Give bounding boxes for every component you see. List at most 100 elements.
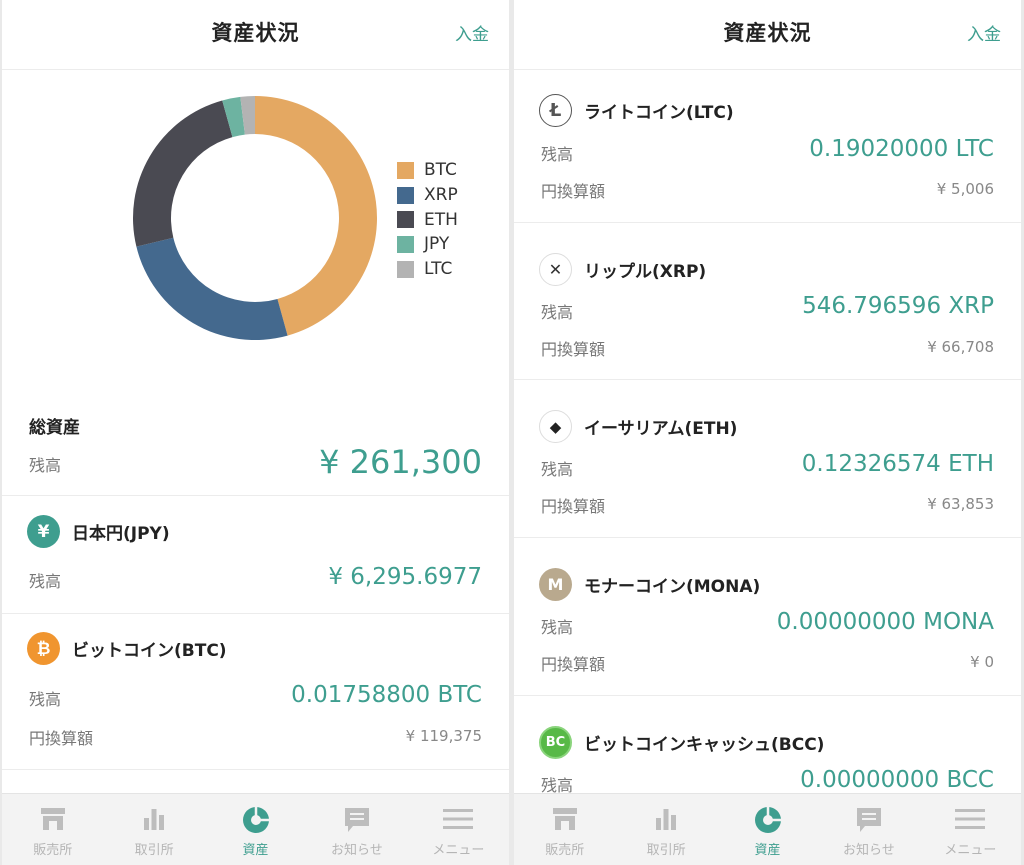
balance-label: 残高 (541, 618, 574, 637)
ripple-icon: ✕ (539, 253, 572, 286)
balance-label: 残高 (541, 145, 574, 164)
balance-label: 残高 (29, 572, 62, 591)
donut-slice-btc (255, 96, 377, 336)
tab-label: メニュー (432, 843, 485, 858)
asset-balance: 0.01758800 BTC (291, 682, 482, 708)
bitcoin-icon: ₿ (27, 632, 60, 665)
yen-value-label: 円換算額 (541, 182, 606, 201)
legend-swatch (397, 260, 414, 278)
store-icon (552, 808, 577, 830)
asset-name: ビットコイン(BTC) (72, 641, 227, 661)
tab-news[interactable]: お知らせ (818, 794, 919, 865)
tab-label: 取引所 (134, 843, 174, 858)
legend-label: JPY (424, 234, 450, 255)
tab-assets[interactable]: 資産 (717, 794, 818, 865)
legend-swatch (397, 161, 414, 179)
balance-label: 残高 (541, 303, 574, 322)
asset-balance: 0.00000000 BCC (800, 767, 994, 793)
tab-exchange[interactable]: 取引所 (615, 794, 716, 865)
yen-value-label: 円換算額 (541, 497, 606, 516)
legend-item-jpy: JPY (397, 232, 458, 257)
donut-chart (133, 96, 377, 340)
ethereum-icon: ◆ (539, 410, 572, 443)
pie-chart-icon (754, 807, 781, 833)
bar-chart-icon (144, 809, 165, 830)
legend-label: ETH (424, 209, 458, 230)
message-icon (344, 808, 369, 832)
asset-balance: 0.00000000 MONA (776, 609, 994, 635)
bitcoin-cash-icon: BC (539, 726, 572, 759)
tab-news[interactable]: お知らせ (306, 794, 407, 865)
asset-name: モナーコイン(MONA) (584, 577, 761, 597)
asset-name: ビットコインキャッシュ(BCC) (584, 735, 825, 755)
asset-balance: 546.796596 XRP (802, 293, 994, 319)
hamburger-menu-icon (443, 809, 474, 829)
yen-value: ¥ 0 (970, 653, 994, 671)
tab-label: 販売所 (545, 843, 585, 858)
asset-card-btc[interactable]: ₿ ビットコイン(BTC) 残高 0.01758800 BTC 円換算額 ¥ 1… (2, 614, 509, 770)
litecoin-icon: Ł (539, 94, 572, 127)
tab-store[interactable]: 販売所 (2, 794, 103, 865)
asset-header: ◆ イーサリアム(ETH) (539, 410, 737, 443)
asset-name: ライトコイン(LTC) (584, 103, 734, 123)
tab-label: お知らせ (843, 843, 895, 858)
legend-swatch (397, 211, 414, 229)
asset-header: Ł ライトコイン(LTC) (539, 94, 734, 127)
tab-label: 取引所 (646, 843, 686, 858)
asset-name: リップル(XRP) (584, 262, 707, 282)
page-title: 資産状況 (723, 21, 812, 45)
asset-header: ✕ リップル(XRP) (539, 253, 706, 286)
asset-card-mona[interactable]: M モナーコイン(MONA) 残高 0.00000000 MONA 円換算額 ¥… (514, 538, 1021, 696)
asset-name: イーサリアム(ETH) (584, 419, 738, 439)
donut-slice-eth (133, 100, 233, 247)
asset-card-ltc[interactable]: Ł ライトコイン(LTC) 残高 0.19020000 LTC 円換算額 ¥ 5… (514, 70, 1021, 223)
asset-card-jpy[interactable]: ¥ 日本円(JPY) 残高 ¥ 6,295.6977 (2, 497, 509, 614)
bottom-tab-bar: 販売所 取引所 資産 お知らせ メニュー (2, 793, 509, 865)
tab-label: メニュー (944, 843, 997, 858)
balance-label: 残高 (29, 456, 62, 475)
asset-header: M モナーコイン(MONA) (539, 568, 760, 601)
tab-store[interactable]: 販売所 (514, 794, 615, 865)
balance-label: 残高 (541, 460, 574, 479)
legend-swatch (397, 186, 414, 204)
asset-header: ₿ ビットコイン(BTC) (27, 632, 227, 665)
deposit-link[interactable]: 入金 (967, 20, 1001, 45)
tab-label: 販売所 (33, 843, 73, 858)
asset-balance: 0.19020000 LTC (809, 136, 994, 162)
total-assets-title: 総資産 (29, 418, 80, 438)
asset-allocation-chart: BTC XRP ETH JPY LTC (2, 80, 509, 370)
pie-chart-icon (242, 807, 269, 833)
asset-card-eth[interactable]: ◆ イーサリアム(ETH) 残高 0.12326574 ETH 円換算額 ¥ 6… (514, 380, 1021, 538)
tab-menu[interactable]: メニュー (408, 794, 509, 865)
legend-swatch (397, 235, 414, 253)
tab-assets[interactable]: 資産 (205, 794, 306, 865)
legend-item-eth: ETH (397, 207, 458, 232)
page-title: 資産状況 (211, 21, 300, 45)
legend-item-ltc: LTC (397, 257, 458, 282)
message-icon (856, 808, 881, 832)
balance-label: 残高 (29, 690, 62, 709)
asset-balance: 0.12326574 ETH (801, 451, 994, 477)
left-screen: 資産状況 入金 BTC XRP ETH JPY LTC 総資産 残高 ¥ 261,300… (2, 0, 509, 865)
yen-value: ¥ 119,375 (405, 727, 482, 745)
legend-label: LTC (424, 259, 453, 280)
tab-exchange[interactable]: 取引所 (103, 794, 204, 865)
asset-card-xrp[interactable]: ✕ リップル(XRP) 残高 546.796596 XRP 円換算額 ¥ 66,… (514, 223, 1021, 380)
total-balance-value: ¥ 261,300 (319, 443, 482, 481)
deposit-link[interactable]: 入金 (455, 20, 489, 45)
tab-label: 資産 (754, 843, 781, 858)
chart-legend: BTC XRP ETH JPY LTC (397, 158, 458, 281)
app-header: 資産状況 入金 (514, 0, 1021, 70)
hamburger-menu-icon (955, 809, 986, 829)
monacoin-icon: M (539, 568, 572, 601)
legend-label: BTC (424, 160, 457, 181)
asset-name: 日本円(JPY) (72, 524, 170, 544)
total-assets-section: 総資産 残高 ¥ 261,300 (2, 400, 509, 496)
tab-label: 資産 (242, 843, 269, 858)
legend-item-xrp: XRP (397, 183, 458, 208)
yen-icon: ¥ (27, 515, 60, 548)
yen-value: ¥ 5,006 (936, 180, 994, 198)
yen-value-label: 円換算額 (541, 655, 606, 674)
asset-card-bcc[interactable]: BC ビットコインキャッシュ(BCC) 残高 0.00000000 BCC (514, 696, 1021, 806)
tab-menu[interactable]: メニュー (920, 794, 1021, 865)
